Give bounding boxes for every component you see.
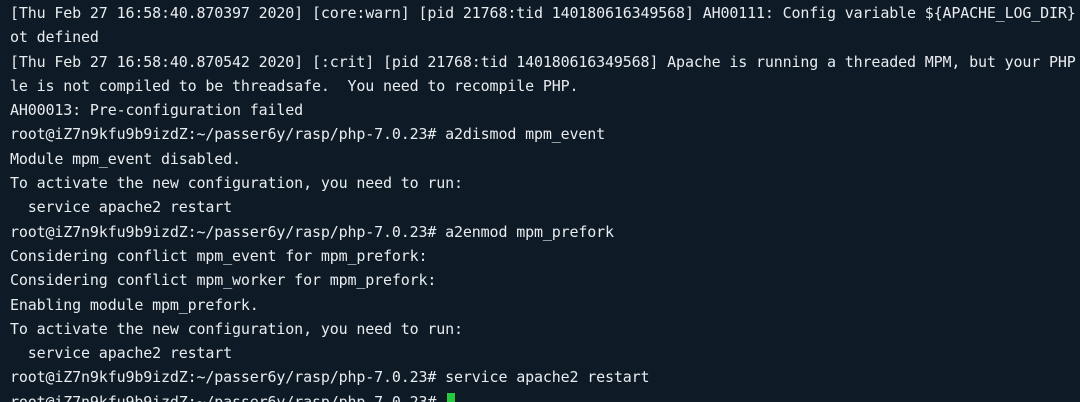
active-prompt-text: root@iZ7n9kfu9b9izdZ:~/passer6y/rasp/php… (10, 392, 446, 402)
log-line-core-warn-wrap: ot defined (10, 28, 99, 47)
command-line-service-restart: root@iZ7n9kfu9b9izdZ:~/passer6y/rasp/php… (10, 368, 650, 387)
log-line-crit-wrap: le is not compiled to be threadsafe. You… (10, 76, 579, 95)
log-line-crit: [Thu Feb 27 16:58:40.870542 2020] [:crit… (10, 52, 1078, 71)
log-line-core-warn: [Thu Feb 27 16:58:40.870397 2020] [core:… (10, 4, 1078, 22)
output-line: Enabling module mpm_prefork. (10, 295, 259, 314)
active-prompt-line[interactable]: root@iZ7n9kfu9b9izdZ:~/passer6y/rasp/php… (10, 390, 1078, 402)
terminal-output: [Thu Feb 27 16:58:40.870397 2020] [core:… (10, 1, 1078, 402)
log-line-preconfig-failed: AH00013: Pre-configuration failed (10, 101, 304, 120)
command-line-a2dismod: root@iZ7n9kfu9b9izdZ:~/passer6y/rasp/php… (10, 125, 606, 144)
output-line: Considering conflict mpm_worker for mpm_… (10, 271, 437, 290)
output-line: Considering conflict mpm_event for mpm_p… (10, 246, 428, 265)
output-line: service apache2 restart (10, 344, 233, 363)
output-line: To activate the new configuration, you n… (10, 319, 463, 338)
text-cursor (447, 393, 456, 402)
output-line: Module mpm_event disabled. (10, 149, 241, 168)
command-line-a2enmod: root@iZ7n9kfu9b9izdZ:~/passer6y/rasp/php… (10, 222, 614, 241)
output-line: To activate the new configuration, you n… (10, 174, 463, 193)
terminal-window[interactable]: [Thu Feb 27 16:58:40.870397 2020] [core:… (0, 0, 1080, 402)
output-line: service apache2 restart (10, 198, 233, 217)
